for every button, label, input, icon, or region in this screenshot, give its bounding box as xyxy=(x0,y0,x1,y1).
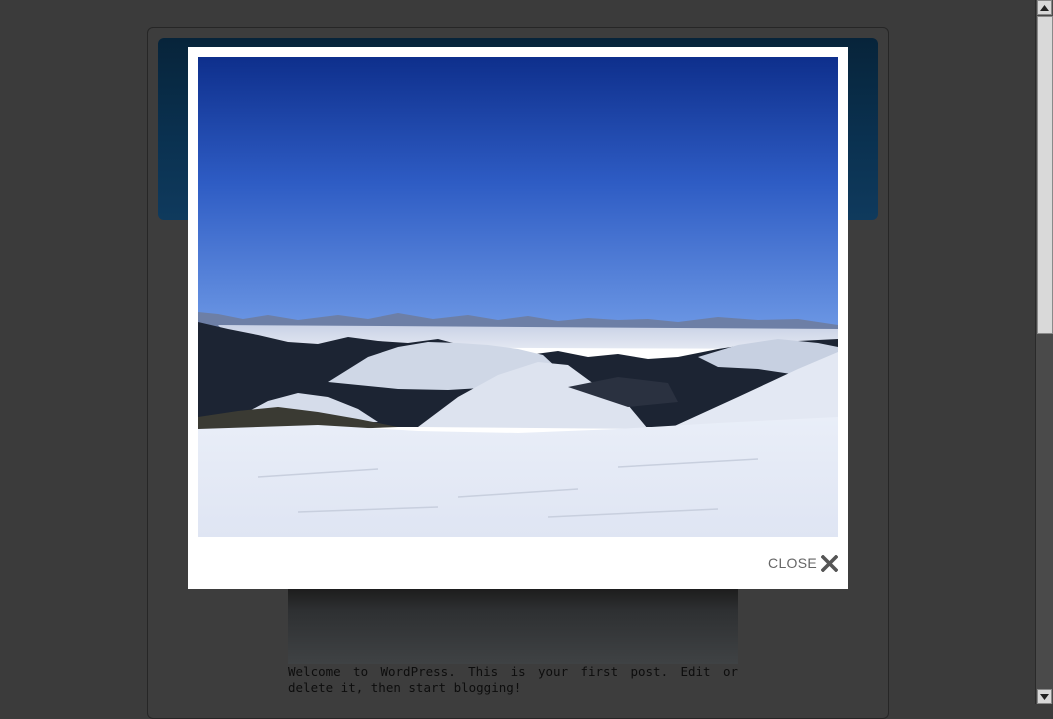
close-label: CLOSE xyxy=(768,555,817,571)
scroll-up-button[interactable] xyxy=(1037,0,1052,15)
scrollbar-thumb[interactable] xyxy=(1037,16,1053,334)
post-featured-image xyxy=(288,588,738,664)
close-x-icon xyxy=(821,554,838,572)
scroll-down-button[interactable] xyxy=(1037,689,1052,704)
lightbox-close-button[interactable]: CLOSE xyxy=(768,553,838,573)
lightbox-modal: CLOSE xyxy=(188,47,848,589)
vertical-scrollbar[interactable] xyxy=(1035,0,1053,704)
arrow-up-icon xyxy=(1040,4,1049,11)
post-excerpt: Welcome to WordPress. This is your first… xyxy=(288,664,738,695)
lightbox-photo xyxy=(198,57,838,537)
arrow-down-icon xyxy=(1040,693,1049,700)
